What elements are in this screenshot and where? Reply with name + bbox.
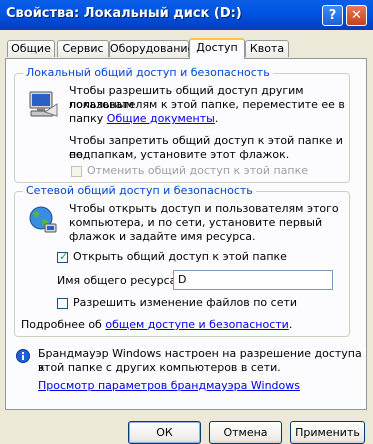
firewall-text-line2: этой папке с других компьютеров в сети. xyxy=(38,361,281,374)
tab-quota[interactable]: Квота xyxy=(245,40,289,57)
local-sharing-text-prefix: папку xyxy=(69,112,107,125)
tab-sharing[interactable]: Доступ xyxy=(189,38,245,59)
properties-dialog: Свойства: Локальный диск (D:) ? ✕ Общие … xyxy=(0,0,373,444)
sharing-tab-panel: Локальный общий доступ и безопасность Чт… xyxy=(5,58,367,410)
allow-change-checkbox[interactable] xyxy=(57,298,68,309)
close-button[interactable]: ✕ xyxy=(346,5,367,26)
help-button[interactable]: ? xyxy=(322,5,343,26)
computer-icon xyxy=(27,90,59,123)
share-folder-label: Открыть общий доступ к этой папке xyxy=(73,250,287,263)
share-name-input[interactable]: D xyxy=(173,270,333,290)
local-sharing-group: Локальный общий доступ и безопасность Чт… xyxy=(14,66,350,183)
share-name-label: Имя общего ресурса: xyxy=(57,274,181,287)
network-sharing-group-title: Сетевой общий доступ и безопасность xyxy=(23,184,256,197)
tab-tools[interactable]: Сервис xyxy=(57,40,109,57)
make-private-label: Отменить общий доступ к этой папке xyxy=(87,164,309,177)
window-title: Свойства: Локальный диск (D:) xyxy=(6,6,242,21)
tab-hardware[interactable]: Оборудование xyxy=(109,40,194,57)
network-globe-icon xyxy=(27,204,59,239)
learn-more-prefix: Подробнее об xyxy=(21,318,106,331)
local-sharing-text-suffix: . xyxy=(214,112,219,125)
local-sharing-text-line2: пользователям к этой папке, переместите … xyxy=(69,98,345,111)
firewall-settings-link[interactable]: Просмотр параметров брандмауэра Windows xyxy=(38,379,300,393)
title-bar[interactable]: Свойства: Локальный диск (D:) ? ✕ xyxy=(0,0,373,30)
info-icon xyxy=(16,349,30,366)
shared-documents-link[interactable]: Общие документы xyxy=(107,112,215,125)
sharing-security-link[interactable]: общем доступе и безопасности xyxy=(105,318,288,331)
local-sharing-group-title: Локальный общий доступ и безопасность xyxy=(23,66,273,79)
private-text-line2: подпапкам, установите этот флажок. xyxy=(69,148,290,161)
checkmark-icon: ✓ xyxy=(59,250,69,263)
network-sharing-group: Сетевой общий доступ и безопасность Чтоб… xyxy=(14,184,350,337)
local-sharing-text-line3: папку Общие документы. xyxy=(69,112,218,126)
share-folder-checkbox[interactable]: ✓ xyxy=(57,250,69,263)
learn-more-line: Подробнее об общем доступе и безопасност… xyxy=(21,318,292,332)
network-sharing-text-line3: флажок и задайте имя ресурса. xyxy=(69,230,256,243)
allow-change-label: Разрешить изменение файлов по сети xyxy=(73,296,298,309)
learn-more-suffix: . xyxy=(288,318,293,331)
network-sharing-text-line1: Чтобы открыть доступ и пользователям это… xyxy=(69,202,339,215)
network-sharing-text-line2: компьютера, и по сети, установите первый xyxy=(69,216,323,229)
tab-general[interactable]: Общие xyxy=(7,40,55,57)
make-private-checkbox[interactable] xyxy=(71,166,82,177)
